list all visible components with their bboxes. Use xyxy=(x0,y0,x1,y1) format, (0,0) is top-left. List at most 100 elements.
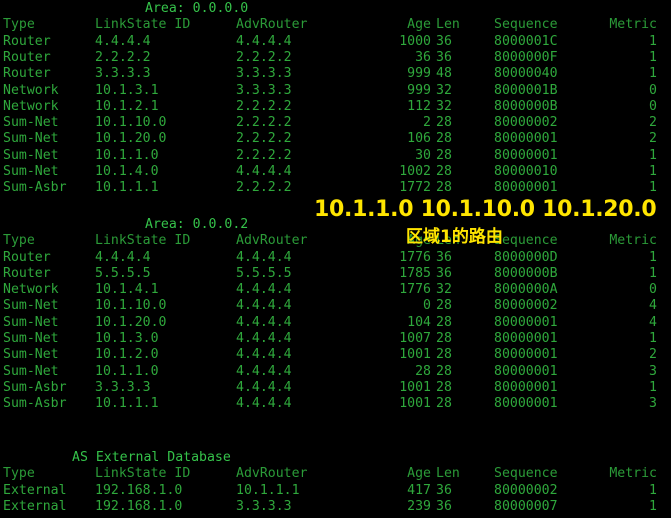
cell-metric: 2 xyxy=(649,131,657,147)
cell-adv: 2.2.2.2 xyxy=(236,180,292,196)
section-title-line: Area: 0.0.0.0 xyxy=(0,1,671,17)
cell-age: 999 xyxy=(407,82,431,98)
cell-lsid: 192.168.1.0 xyxy=(95,498,183,514)
cell-lsid: 2.2.2.2 xyxy=(95,49,151,65)
column-header-row: Type LinkState ID AdvRouter Age Len Sequence M… xyxy=(0,17,671,33)
cell-metric: 1 xyxy=(649,33,657,49)
table-row: External 192.168.1.0 3.3.3.3 239 36 80000007 1 xyxy=(0,499,671,515)
cell-metric: 1 xyxy=(649,379,657,395)
cell-metric: 2 xyxy=(649,347,657,363)
cell-type: Sum-Net xyxy=(3,298,59,314)
table-row: Sum-Net 10.1.20.0 4.4.4.4 104 28 80000001 4 xyxy=(0,315,671,331)
cell-lsid: 10.1.10.0 xyxy=(95,298,167,314)
cell-metric: 1 xyxy=(649,249,657,265)
cell-lsid: 10.1.2.1 xyxy=(95,98,159,114)
cell-seq: 80000010 xyxy=(494,164,558,179)
cell-type: Router xyxy=(3,49,51,65)
cell-len: 28 xyxy=(436,396,452,412)
column-header-metric: Metric xyxy=(609,17,657,33)
cell-age: 104 xyxy=(407,314,431,330)
section-title: Area: 0.0.0.2 xyxy=(145,216,249,232)
cell-adv: 4.4.4.4 xyxy=(236,282,292,298)
cell-type: Router xyxy=(3,66,51,82)
cell-seq: 80000002 xyxy=(494,298,558,314)
cell-adv: 3.3.3.3 xyxy=(236,82,292,98)
table-row: External 192.168.1.0 10.1.1.1 417 36 80000002… xyxy=(0,483,671,499)
cell-seq: 80000001 xyxy=(494,347,558,363)
cell-type: Network xyxy=(3,82,59,98)
table-row: Router 2.2.2.2 2.2.2.2 36 36 8000000F 1 xyxy=(0,50,671,66)
cell-adv: 4.4.4.4 xyxy=(236,331,292,347)
table-row: Network 10.1.2.1 2.2.2.2 112 32 8000000B 0 xyxy=(0,99,671,115)
cell-len: 28 xyxy=(436,298,452,314)
column-header-seq: Sequence xyxy=(494,233,558,249)
cell-age: 1776 xyxy=(399,249,431,265)
cell-metric: 1 xyxy=(649,147,657,163)
table-row: Sum-Net 10.1.1.0 2.2.2.2 30 28 80000001 1 xyxy=(0,148,671,164)
cell-len: 28 xyxy=(436,131,452,147)
annotation-caption: 区域1的路由 xyxy=(406,227,503,247)
cell-lsid: 10.1.3.1 xyxy=(95,82,159,98)
cell-lsid: 10.1.3.0 xyxy=(95,331,159,347)
cell-age: 1002 xyxy=(399,164,431,179)
cell-lsid: 3.3.3.3 xyxy=(95,379,151,395)
column-header-len: Len xyxy=(436,466,460,482)
cell-lsid: 3.3.3.3 xyxy=(95,66,151,82)
cell-metric: 0 xyxy=(649,82,657,98)
table-row: Sum-Net 10.1.2.0 4.4.4.4 1001 28 80000001 2 xyxy=(0,347,671,363)
column-header-lsid: LinkState ID xyxy=(95,466,191,482)
column-header-adv: AdvRouter xyxy=(236,17,308,33)
section-title: Area: 0.0.0.0 xyxy=(145,1,249,16)
column-header-age: Age xyxy=(407,17,431,33)
column-header-adv: AdvRouter xyxy=(236,233,308,249)
cell-age: 2 xyxy=(423,115,431,131)
table-row: Sum-Net 10.1.3.0 4.4.4.4 1007 28 80000001 1 xyxy=(0,331,671,347)
cell-adv: 2.2.2.2 xyxy=(236,131,292,147)
cell-seq: 80000001 xyxy=(494,379,558,395)
cell-adv: 4.4.4.4 xyxy=(236,347,292,363)
cell-lsid: 10.1.1.1 xyxy=(95,180,159,196)
cell-metric: 0 xyxy=(649,98,657,114)
table-row: Sum-Net 10.1.20.0 2.2.2.2 106 28 80000001 2 xyxy=(0,131,671,147)
cell-len: 28 xyxy=(436,331,452,347)
cell-seq: 80000001 xyxy=(494,331,558,347)
cell-age: 1000 xyxy=(399,33,431,49)
cell-seq: 8000000F xyxy=(494,49,558,65)
cell-metric: 3 xyxy=(649,396,657,412)
cell-adv: 3.3.3.3 xyxy=(236,498,292,514)
cell-seq: 80000007 xyxy=(494,498,558,514)
annotation-prefix-list: 10.1.1.0 10.1.10.0 10.1.20.0 xyxy=(314,197,657,222)
cell-len: 28 xyxy=(436,180,452,196)
column-header-row: Type LinkState ID AdvRouter Age Len Sequence M… xyxy=(0,233,671,249)
column-header-seq: Sequence xyxy=(494,466,558,482)
cell-metric: 1 xyxy=(649,482,657,498)
cell-adv: 3.3.3.3 xyxy=(236,66,292,82)
column-header-type: Type xyxy=(3,466,35,482)
cell-len: 28 xyxy=(436,147,452,163)
cell-age: 112 xyxy=(407,98,431,114)
cell-metric: 1 xyxy=(649,164,657,179)
section-title-line: AS External Database xyxy=(0,450,671,466)
cell-seq: 8000001C xyxy=(494,33,558,49)
cell-type: Network xyxy=(3,98,59,114)
cell-len: 36 xyxy=(436,249,452,265)
cell-type: Sum-Asbr xyxy=(3,180,67,196)
cell-len: 36 xyxy=(436,33,452,49)
column-header-metric: Metric xyxy=(609,466,657,482)
cell-adv: 5.5.5.5 xyxy=(236,265,292,281)
cell-adv: 2.2.2.2 xyxy=(236,147,292,163)
cell-metric: 1 xyxy=(649,498,657,514)
cell-age: 0 xyxy=(423,298,431,314)
cell-seq: 80000002 xyxy=(494,115,558,131)
cell-seq: 8000000B xyxy=(494,265,558,281)
cell-type: External xyxy=(3,498,67,514)
cell-age: 1007 xyxy=(399,331,431,347)
cell-age: 239 xyxy=(407,498,431,514)
cell-age: 1776 xyxy=(399,282,431,298)
cell-age: 1785 xyxy=(399,265,431,281)
cell-metric: 4 xyxy=(649,314,657,330)
cell-len: 32 xyxy=(436,98,452,114)
cell-adv: 4.4.4.4 xyxy=(236,298,292,314)
cell-len: 32 xyxy=(436,82,452,98)
table-row: Sum-Asbr 10.1.1.1 4.4.4.4 1001 28 80000001 3 xyxy=(0,396,671,412)
